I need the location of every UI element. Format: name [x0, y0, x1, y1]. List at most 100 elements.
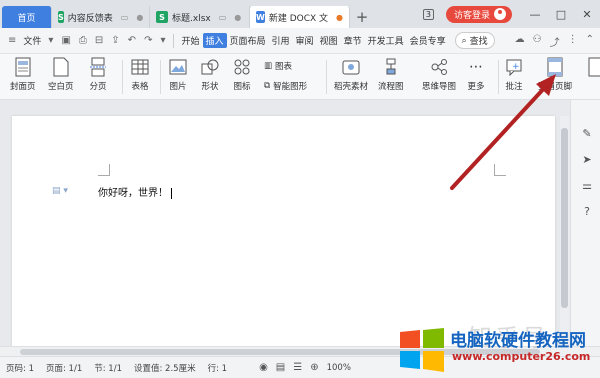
save-icon[interactable]: ▣ — [57, 35, 74, 46]
tab-feedback-sheet[interactable]: S 内容反馈表 ▭ ● — [52, 6, 150, 28]
avatar — [494, 8, 506, 20]
status-setting-value[interactable]: 设置值: 2.5厘米 — [134, 362, 196, 374]
collaborate-icon[interactable]: ⚇ — [533, 34, 542, 49]
redo-icon[interactable]: ↷ — [140, 35, 156, 46]
hamburger-icon[interactable]: ≡ — [4, 35, 20, 46]
menu-member[interactable]: 会员专享 — [407, 34, 449, 47]
tab-title-xlsx[interactable]: S 标题.xlsx ▭ ● — [150, 6, 250, 28]
tab-label: 新建 DOCX 文 — [268, 13, 329, 24]
next-ribbon-button[interactable] — [584, 56, 600, 80]
status-page[interactable]: 页面: 1/1 — [46, 362, 82, 374]
margin-marker — [494, 164, 506, 176]
share-icon[interactable]: ⤴ — [550, 34, 560, 49]
divider — [160, 60, 161, 94]
document-text-content: 你好呀，世界！ — [98, 188, 168, 199]
minimize-button[interactable]: — — [522, 8, 548, 21]
cover-page-button[interactable]: 封面页 — [10, 56, 36, 92]
header-footer-button[interactable]: 页眉页脚 — [538, 56, 572, 92]
close-window-button[interactable]: ✕ — [574, 8, 600, 21]
menu-insert[interactable]: 插入 — [202, 33, 227, 48]
web-view-icon[interactable]: ⊕ — [310, 362, 318, 373]
site-name: 电脑软硬件教程网 — [450, 331, 586, 351]
menu-developer[interactable]: 开发工具 — [365, 34, 407, 47]
shape-button[interactable]: 形状 — [200, 56, 220, 92]
menu-file[interactable]: 文件 — [20, 34, 44, 47]
cover-page-label: 封面页 — [10, 82, 36, 92]
picture-button[interactable]: 图片 — [168, 56, 188, 92]
pointer-icon[interactable]: ➤ — [580, 152, 594, 166]
comment-icon: + — [504, 56, 524, 78]
guest-login-button[interactable]: 访客登录 — [445, 5, 512, 23]
export-icon[interactable]: ⇪ — [107, 35, 123, 46]
close-icon[interactable]: ● — [136, 13, 143, 22]
menu-reference[interactable]: 引用 — [269, 34, 293, 47]
monitor-icon[interactable]: ▭ — [219, 13, 227, 22]
title-bar: 首页 S 内容反馈表 ▭ ● S 标题.xlsx ▭ ● W 新建 DOCX 文… — [0, 0, 600, 28]
status-row[interactable]: 行: 1 — [208, 362, 227, 374]
new-tab-button[interactable]: + — [350, 6, 374, 28]
menu-view[interactable]: 视图 — [317, 34, 341, 47]
material-icon — [341, 56, 361, 78]
maximize-button[interactable]: □ — [548, 8, 574, 21]
menu-start[interactable]: 开始 — [178, 34, 202, 47]
more-icon[interactable]: ⋮ — [568, 34, 578, 49]
mind-map-button[interactable]: 思维导图 — [422, 56, 456, 92]
status-page-number[interactable]: 页码: 1 — [6, 362, 34, 374]
chevron-down-icon[interactable]: ▾ — [156, 35, 169, 46]
blank-page-button[interactable]: 空白页 — [48, 56, 74, 92]
print-icon[interactable]: ⊟ — [91, 35, 107, 46]
divider — [498, 60, 499, 94]
table-label: 表格 — [131, 82, 149, 92]
icon-button[interactable]: 图标 — [232, 56, 252, 92]
comment-button[interactable]: + 批注 — [504, 56, 524, 92]
docer-material-label: 稻壳素材 — [334, 82, 369, 92]
document-page[interactable]: ▤ ▾ 你好呀，世界！ — [12, 116, 555, 348]
flowchart-button[interactable]: 流程图 — [378, 56, 404, 92]
collapse-ribbon-icon[interactable]: ⌃ — [586, 34, 594, 49]
table-button[interactable]: 表格 — [130, 56, 150, 92]
menu-section[interactable]: 章节 — [341, 34, 365, 47]
zoom-level[interactable]: 100% — [327, 363, 351, 373]
vertical-scrollbar[interactable] — [560, 116, 569, 344]
tab-label: 内容反馈表 — [67, 13, 113, 24]
close-icon[interactable]: ● — [336, 13, 343, 22]
cloud-icon[interactable]: ☁ — [515, 34, 525, 49]
monitor-icon[interactable]: ▭ — [121, 13, 129, 22]
tab-new-docx[interactable]: W 新建 DOCX 文 ● — [250, 6, 350, 28]
scroll-thumb[interactable] — [561, 128, 568, 308]
login-label: 访客登录 — [453, 10, 490, 21]
header-footer-icon — [545, 56, 565, 78]
status-section[interactable]: 节: 1/1 — [94, 362, 122, 374]
shape-icon — [200, 56, 220, 78]
menu-review[interactable]: 审阅 — [293, 34, 317, 47]
docer-material-button[interactable]: 稻壳素材 — [334, 56, 368, 92]
smart-art-button[interactable]: ⧉ 智能图形 — [264, 80, 307, 92]
menu-page-layout[interactable]: 页面布局 — [227, 34, 269, 47]
tab-home[interactable]: 首页 — [2, 6, 52, 28]
pen-icon[interactable]: ✎ — [580, 126, 594, 140]
undo-icon[interactable]: ↶ — [124, 35, 140, 46]
page-break-button[interactable]: 分页 — [88, 56, 108, 92]
search-box[interactable]: ⌕ 查找 — [454, 32, 495, 49]
right-sidebar: ✎ ➤ ⚌ ? — [570, 100, 600, 346]
document-text[interactable]: 你好呀，世界！ — [98, 184, 172, 199]
print-preview-icon[interactable]: ⎙ — [75, 35, 91, 46]
page-view-icon[interactable]: ▤ — [276, 362, 285, 373]
more-button[interactable]: ⋯ 更多 — [466, 56, 486, 92]
chart-button[interactable]: ▥ 图表 — [264, 60, 292, 72]
comment-label: 批注 — [505, 82, 523, 92]
close-icon[interactable]: ● — [234, 13, 241, 22]
eye-icon[interactable]: ◉ — [259, 362, 268, 373]
blank-page-label: 空白页 — [48, 82, 74, 92]
more-label: 更多 — [467, 82, 485, 92]
mind-map-icon — [429, 56, 449, 78]
more-dots-icon: ⋯ — [469, 59, 483, 75]
svg-text:+: + — [512, 62, 520, 72]
document-icon: W — [256, 11, 265, 23]
paragraph-icon[interactable]: ▤ ▾ — [52, 186, 68, 196]
window-count-badge[interactable]: 3 — [422, 8, 434, 20]
help-icon[interactable]: ? — [580, 204, 594, 218]
chevron-down-icon[interactable]: ▾ — [44, 35, 57, 46]
outline-view-icon[interactable]: ☰ — [293, 362, 302, 373]
settings-sliders-icon[interactable]: ⚌ — [580, 178, 594, 192]
